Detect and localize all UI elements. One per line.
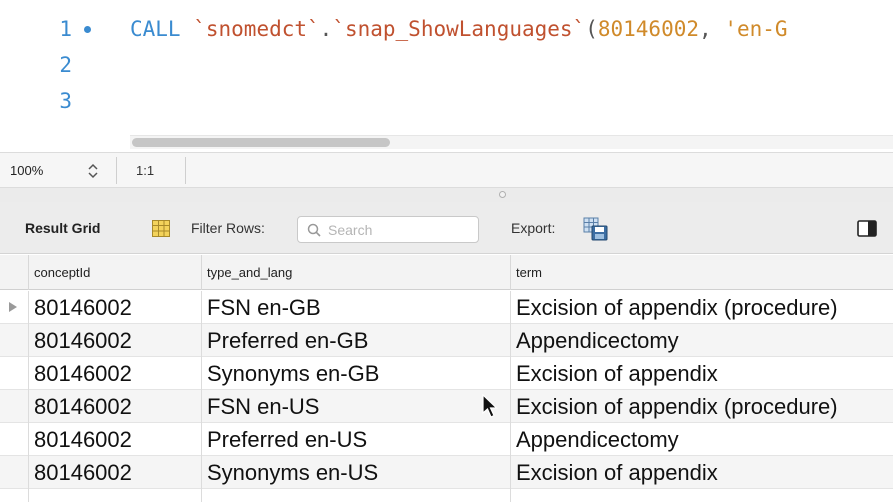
- row-gutter[interactable]: [0, 357, 28, 390]
- cell-term[interactable]: Excision of appendix (procedure): [510, 291, 893, 324]
- editor-line-2[interactable]: 2: [0, 48, 893, 82]
- sql-comma: ,: [699, 17, 725, 41]
- editor-status-bar: 100% 1:1: [0, 152, 893, 188]
- row-gutter[interactable]: [0, 390, 28, 423]
- sql-schema-name: `snomedct`: [193, 17, 320, 41]
- cell-type-and-lang[interactable]: Synonyms en-GB: [201, 357, 510, 390]
- grid-view-icon[interactable]: [152, 220, 170, 237]
- cell-type-and-lang[interactable]: Preferred en-US: [201, 423, 510, 456]
- cell-conceptid[interactable]: 80146002: [28, 357, 201, 390]
- cell-term[interactable]: Excision of appendix: [510, 456, 893, 489]
- column-header-type-and-lang[interactable]: type_and_lang: [201, 255, 510, 290]
- cell-conceptid[interactable]: 80146002: [28, 456, 201, 489]
- current-row-marker-icon: [9, 302, 17, 312]
- status-divider: [116, 157, 117, 184]
- search-icon: [307, 223, 321, 237]
- row-gutter[interactable]: [0, 324, 28, 357]
- row-gutter[interactable]: [0, 456, 28, 489]
- result-toolbar: Result Grid Filter Rows: Export:: [0, 202, 893, 254]
- sql-argument-language: 'en-G: [724, 17, 788, 41]
- export-icon[interactable]: [583, 217, 609, 241]
- statement-marker-icon: [84, 26, 91, 33]
- cell-conceptid[interactable]: 80146002: [28, 291, 201, 324]
- empty-row: [0, 489, 893, 502]
- table-row[interactable]: 80146002 FSN en-US Excision of appendix …: [0, 390, 893, 423]
- empty-cell: [28, 489, 201, 502]
- filter-rows-search[interactable]: [297, 216, 479, 243]
- table-row[interactable]: 80146002 Preferred en-GB Appendicectomy: [0, 324, 893, 357]
- mouse-pointer-icon: [482, 393, 500, 420]
- cell-term[interactable]: Appendicectomy: [510, 324, 893, 357]
- result-grid[interactable]: conceptId type_and_lang term 80146002 FS…: [0, 255, 893, 502]
- zoom-ratio: 1:1: [136, 163, 155, 178]
- cell-term[interactable]: Appendicectomy: [510, 423, 893, 456]
- cell-term[interactable]: Excision of appendix (procedure): [510, 390, 893, 423]
- status-divider: [185, 157, 186, 184]
- panel-toggle-icon[interactable]: [857, 220, 877, 237]
- line-number: 2: [59, 53, 72, 77]
- editor-line-1[interactable]: 1 CALL `snomedct`.`snap_ShowLanguages`(8…: [0, 12, 893, 46]
- column-header-term[interactable]: term: [510, 255, 893, 290]
- splitter-handle-icon[interactable]: [499, 191, 506, 198]
- table-row[interactable]: 80146002 Synonyms en-US Excision of appe…: [0, 456, 893, 489]
- line-number: 1: [59, 17, 72, 41]
- row-gutter[interactable]: [0, 291, 28, 324]
- cell-conceptid[interactable]: 80146002: [28, 390, 201, 423]
- sql-argument-concept-id: 80146002: [597, 17, 700, 41]
- empty-cell: [201, 489, 510, 502]
- row-gutter[interactable]: [0, 423, 28, 456]
- panel-splitter[interactable]: [0, 188, 893, 202]
- cell-conceptid[interactable]: 80146002: [28, 324, 201, 357]
- sql-keyword: CALL: [130, 17, 181, 41]
- result-grid-title: Result Grid: [25, 220, 101, 236]
- sql-statement[interactable]: CALL `snomedct`.`snap_ShowLanguages`(801…: [130, 12, 788, 46]
- table-row[interactable]: 80146002 Preferred en-US Appendicectomy: [0, 423, 893, 456]
- cell-type-and-lang[interactable]: Synonyms en-US: [201, 456, 510, 489]
- sql-procedure-name: `snap_ShowLanguages`: [332, 17, 586, 41]
- line-number: 3: [59, 89, 72, 113]
- column-header-conceptid[interactable]: conceptId: [28, 255, 201, 290]
- export-label: Export:: [511, 220, 556, 236]
- cell-conceptid[interactable]: 80146002: [28, 423, 201, 456]
- editor-scrollbar-thumb[interactable]: [132, 138, 390, 147]
- table-row[interactable]: 80146002 Synonyms en-GB Excision of appe…: [0, 357, 893, 390]
- cell-type-and-lang[interactable]: Preferred en-GB: [201, 324, 510, 357]
- sql-dot: .: [319, 17, 333, 41]
- grid-header-row: conceptId type_and_lang term: [0, 255, 893, 290]
- zoom-level: 100%: [10, 163, 44, 178]
- cell-type-and-lang[interactable]: FSN en-GB: [201, 291, 510, 324]
- filter-rows-label: Filter Rows:: [191, 220, 265, 236]
- cell-type-and-lang[interactable]: FSN en-US: [201, 390, 510, 423]
- filter-rows-input[interactable]: [328, 220, 473, 240]
- table-row[interactable]: 80146002 FSN en-GB Excision of appendix …: [0, 291, 893, 324]
- editor-line-3[interactable]: 3: [0, 84, 893, 118]
- sql-editor[interactable]: 1 CALL `snomedct`.`snap_ShowLanguages`(8…: [0, 0, 893, 150]
- sql-open-paren: (: [585, 17, 598, 41]
- cell-term[interactable]: Excision of appendix: [510, 357, 893, 390]
- up-down-chevron-icon[interactable]: [86, 162, 100, 180]
- empty-cell: [510, 489, 893, 502]
